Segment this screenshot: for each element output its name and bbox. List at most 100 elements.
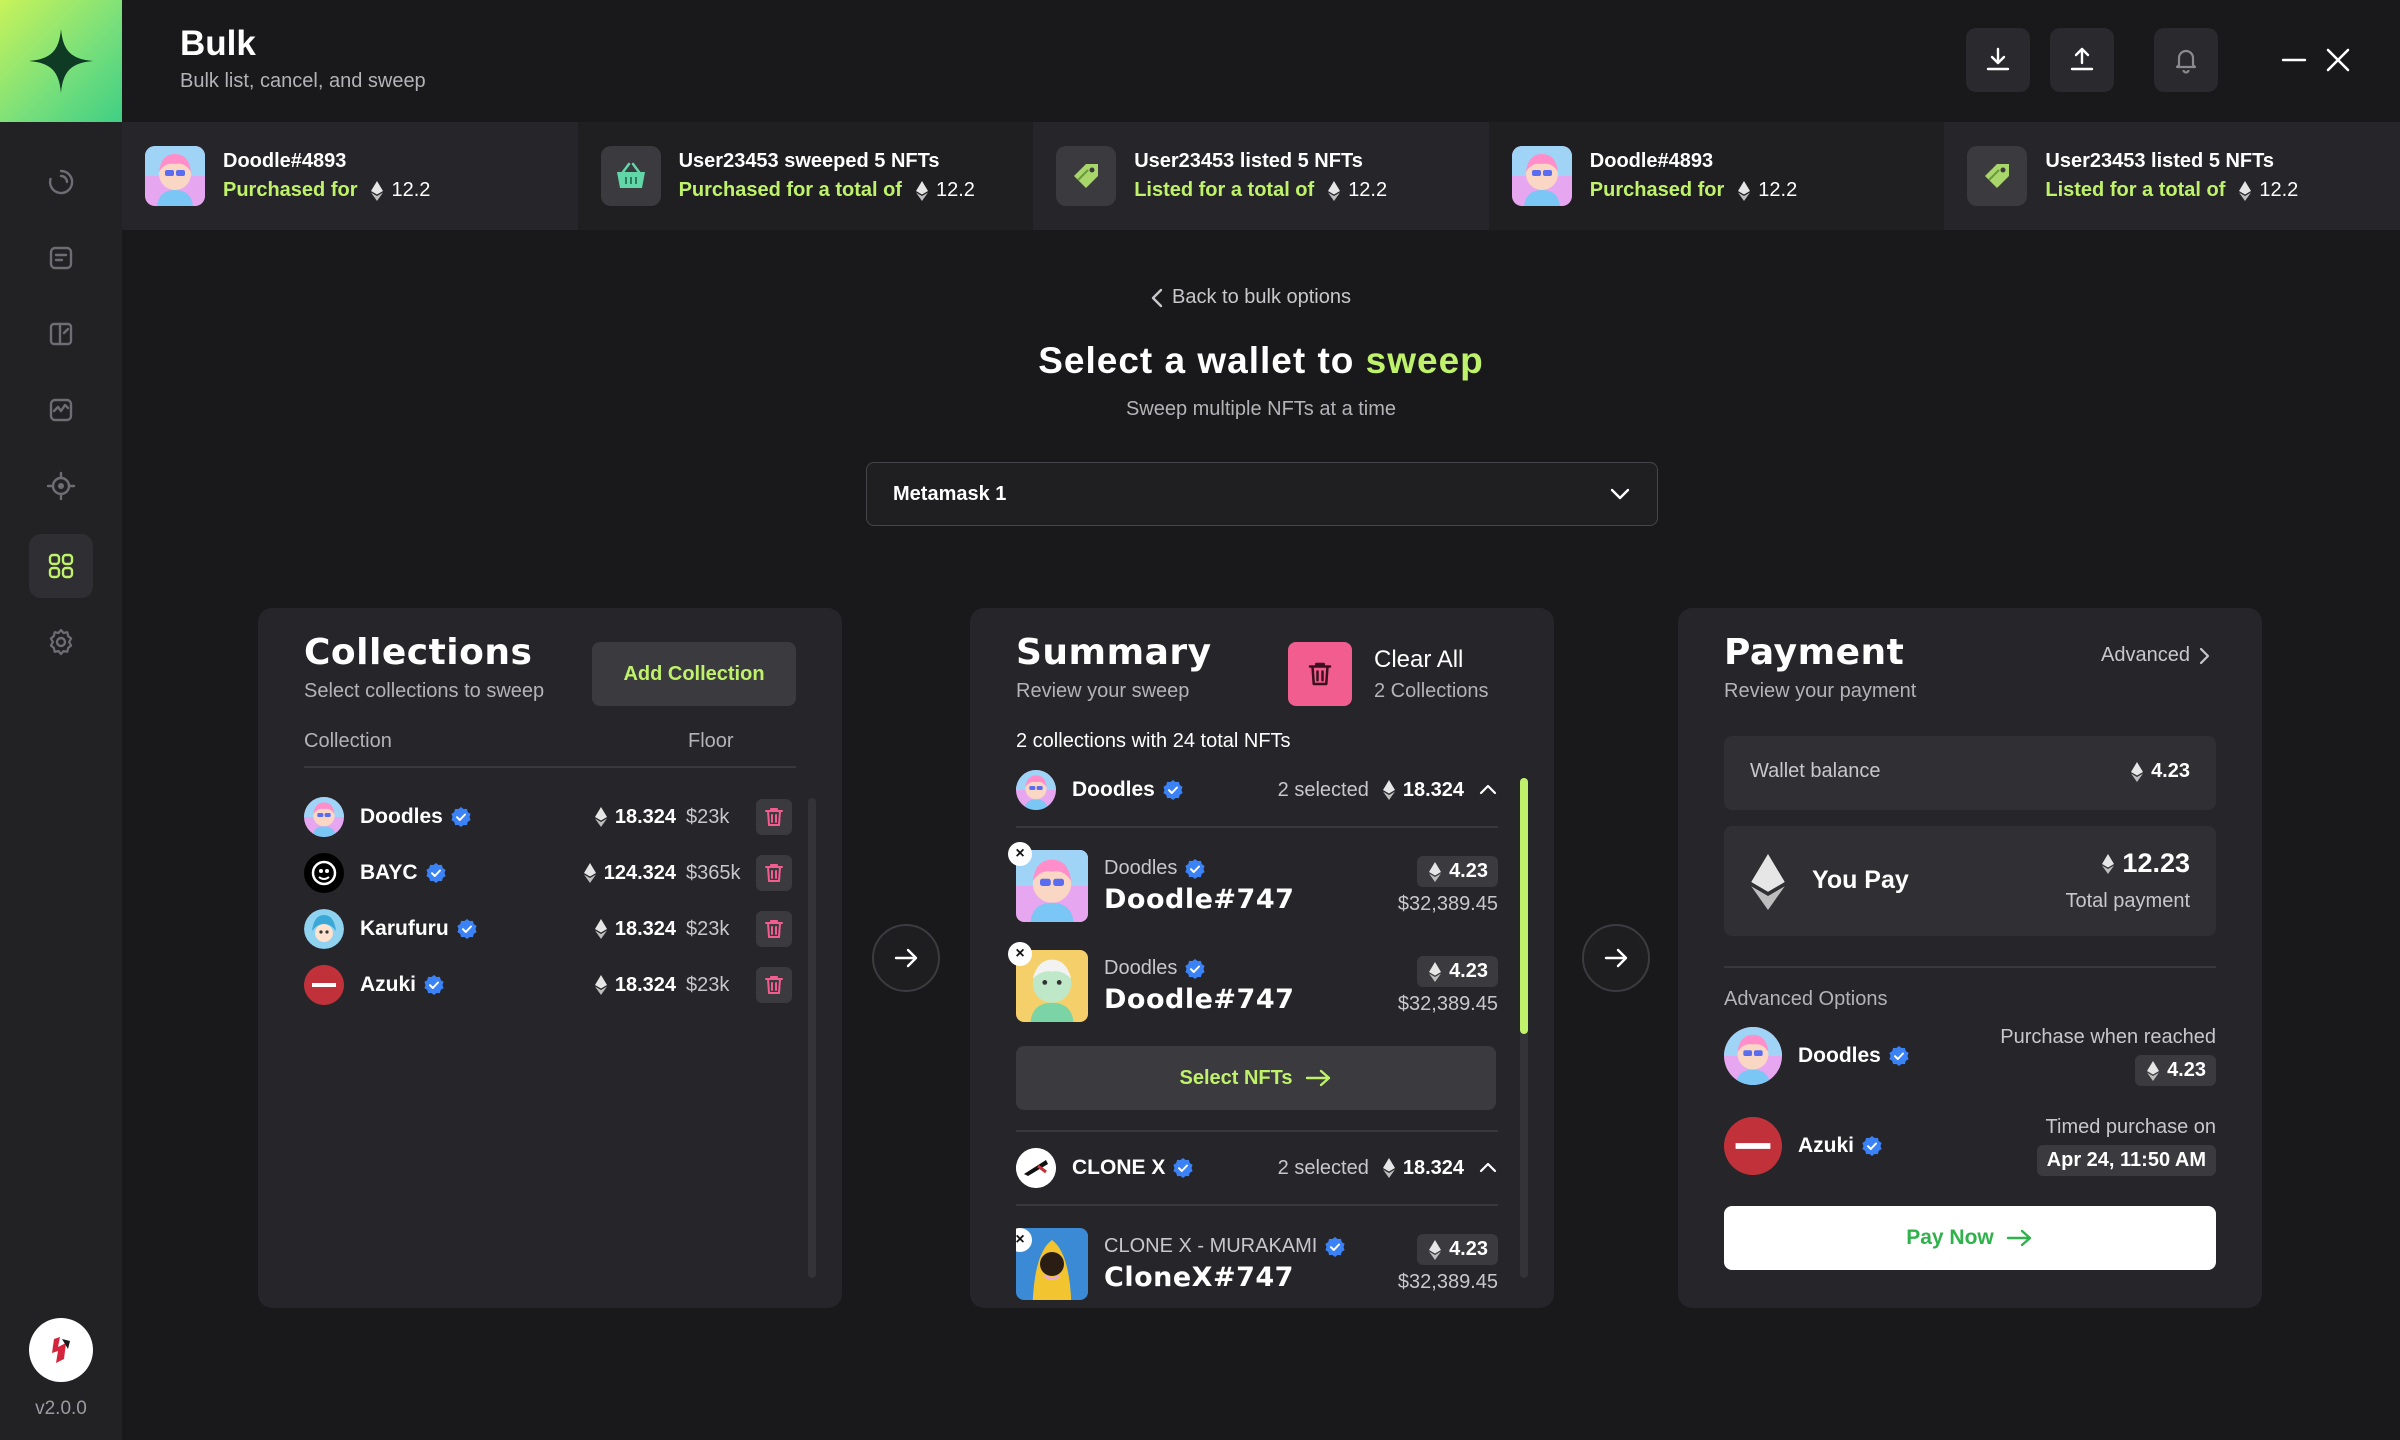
collection-floor: 18.324 — [614, 805, 676, 828]
collection-row[interactable]: Doodles 18.324 $23k — [304, 796, 792, 838]
clear-all-button[interactable] — [1288, 642, 1352, 706]
nft-thumbnail: × — [1008, 842, 1088, 922]
collection-usd: $365k — [686, 861, 741, 884]
eth-icon — [1429, 1240, 1441, 1260]
nav-target[interactable] — [29, 454, 93, 518]
nav-settings[interactable] — [29, 610, 93, 674]
activity-value: 12.2 — [935, 179, 975, 201]
activity-item[interactable]: User23453 listed 5 NFTs Listed for a tot… — [1944, 122, 2400, 230]
group-name: CLONE X — [1072, 1156, 1166, 1179]
verified-icon — [457, 919, 477, 939]
verified-icon — [451, 807, 471, 827]
collections-card: Collections Select collections to sweep … — [258, 608, 842, 1308]
nft-name: Doodle#747 — [1104, 984, 1295, 1015]
payment-card: Payment Review your payment Advanced Wal… — [1678, 608, 2262, 1308]
basket-icon — [600, 146, 661, 206]
close-button[interactable] — [2322, 44, 2354, 76]
nft-usd: $32,389.45 — [1397, 893, 1498, 915]
collections-title: Collections — [304, 632, 533, 673]
notifications-button[interactable] — [2154, 28, 2218, 92]
activity-label: Listed for a total of — [1134, 179, 1315, 201]
advanced-link[interactable]: Advanced — [2101, 644, 2210, 667]
pay-now-label: Pay Now — [1906, 1226, 1994, 1249]
orders-icon — [49, 246, 73, 270]
verified-icon — [1185, 959, 1205, 979]
nav-history[interactable] — [29, 150, 93, 214]
nav-bulk[interactable] — [29, 534, 93, 598]
scrollbar-thumb[interactable] — [1520, 778, 1528, 1034]
verified-icon — [1325, 1237, 1345, 1257]
select-nfts-button[interactable]: Select NFTs — [1016, 1046, 1496, 1110]
remove-collection-button[interactable] — [756, 855, 792, 891]
group-price: 18.324 — [1402, 778, 1464, 801]
minimize-button[interactable] — [2278, 44, 2310, 76]
group-price: 18.324 — [1402, 1156, 1464, 1179]
summary-group-header[interactable]: CLONE X 2 selected 18.324 — [1016, 1146, 1498, 1190]
activity-value: 12.2 — [2259, 179, 2299, 201]
activity-title: User23453 listed 5 NFTs — [1134, 150, 1363, 172]
wallet-balance-value: 4.23 — [2151, 760, 2190, 782]
pay-now-button[interactable]: Pay Now — [1724, 1206, 2216, 1270]
collection-row[interactable]: Karufuru 18.324 $23k — [304, 908, 792, 950]
collection-usd: $23k — [686, 805, 730, 828]
tag-icon — [1967, 146, 2028, 206]
nft-row[interactable]: × Doodles Doodle#747 4.23 $32,389.45 — [1008, 942, 1498, 1024]
nft-name: CloneX#747 — [1104, 1262, 1294, 1293]
eth-icon — [584, 863, 596, 883]
next-step-button[interactable] — [1582, 924, 1650, 992]
collection-row[interactable]: Azuki 18.324 $23k — [304, 964, 792, 1006]
remove-nft-button[interactable]: × — [1008, 842, 1032, 866]
divider — [304, 766, 796, 768]
summary-card: Summary Review your sweep Clear All 2 Co… — [970, 608, 1554, 1308]
bulk-grid-icon — [48, 553, 74, 579]
eth-icon — [2102, 854, 2114, 874]
scrollbar[interactable] — [808, 798, 816, 1278]
nft-row[interactable]: × Doodles Doodle#747 4.23 $32,389.45 — [1008, 842, 1498, 924]
arrow-right-icon — [894, 948, 918, 968]
eth-icon — [595, 975, 607, 995]
eth-icon — [916, 181, 928, 201]
advanced-option-row[interactable]: Azuki Timed purchase on Apr 24, 11:50 AM — [1724, 1114, 2216, 1178]
summary-group-header[interactable]: Doodles 2 selected 18.324 — [1016, 768, 1498, 812]
chevron-up-icon[interactable] — [1478, 780, 1498, 800]
chevron-up-icon[interactable] — [1478, 1158, 1498, 1178]
close-icon — [2326, 48, 2350, 72]
remove-nft-button[interactable]: × — [1008, 942, 1032, 966]
page-subtitle: Bulk list, cancel, and sweep — [180, 70, 426, 92]
payment-title: Payment — [1724, 632, 1905, 673]
column-header-floor: Floor — [688, 730, 734, 752]
remove-collection-button[interactable] — [756, 799, 792, 835]
add-collection-button[interactable]: Add Collection — [592, 642, 796, 706]
option-label: Purchase when reached — [2000, 1026, 2216, 1048]
wallet-select[interactable]: Metamask 1 — [866, 462, 1658, 526]
upload-button[interactable] — [2050, 28, 2114, 92]
nft-row[interactable]: × CLONE X - MURAKAMI CloneX#747 4.23 $32… — [1016, 1228, 1498, 1300]
collection-name: Karufuru — [360, 917, 449, 940]
remove-collection-button[interactable] — [756, 911, 792, 947]
activity-title: User23453 sweeped 5 NFTs — [678, 150, 940, 172]
download-icon — [1986, 47, 2010, 71]
app-logo[interactable] — [0, 0, 122, 122]
back-link[interactable]: Back to bulk options — [1150, 286, 1351, 309]
nav-orders[interactable] — [29, 226, 93, 290]
summary-count: 2 collections with 24 total NFTs — [1016, 730, 1291, 752]
advanced-options-title: Advanced Options — [1724, 988, 1888, 1010]
clear-all-label: Clear All — [1374, 646, 1464, 673]
column-header-collection: Collection — [304, 730, 392, 752]
download-button[interactable] — [1966, 28, 2030, 92]
remove-collection-button[interactable] — [756, 967, 792, 1003]
advanced-option-row[interactable]: Doodles Purchase when reached 4.23 — [1724, 1024, 2216, 1088]
next-step-button[interactable] — [872, 924, 940, 992]
doodle-thumbnail — [145, 146, 205, 206]
activity-item[interactable]: User23453 listed 5 NFTs Listed for a tot… — [1033, 122, 1489, 230]
activity-item[interactable]: Doodle#4893 Purchased for 12.2 — [1488, 122, 1945, 230]
activity-item[interactable]: User23453 sweeped 5 NFTs Purchased for a… — [577, 122, 1034, 230]
group-name: Doodles — [1072, 778, 1155, 801]
activity-title: User23453 listed 5 NFTs — [2045, 150, 2275, 172]
user-avatar[interactable] — [29, 1318, 93, 1382]
activity-item[interactable]: Doodle#4893 Purchased for 12.2 — [122, 122, 578, 230]
collection-row[interactable]: BAYC 124.324 $365k — [304, 852, 792, 894]
trash-icon — [762, 917, 786, 941]
arrow-right-icon — [1305, 1069, 1330, 1087]
azuki-avatar — [304, 965, 344, 1005]
